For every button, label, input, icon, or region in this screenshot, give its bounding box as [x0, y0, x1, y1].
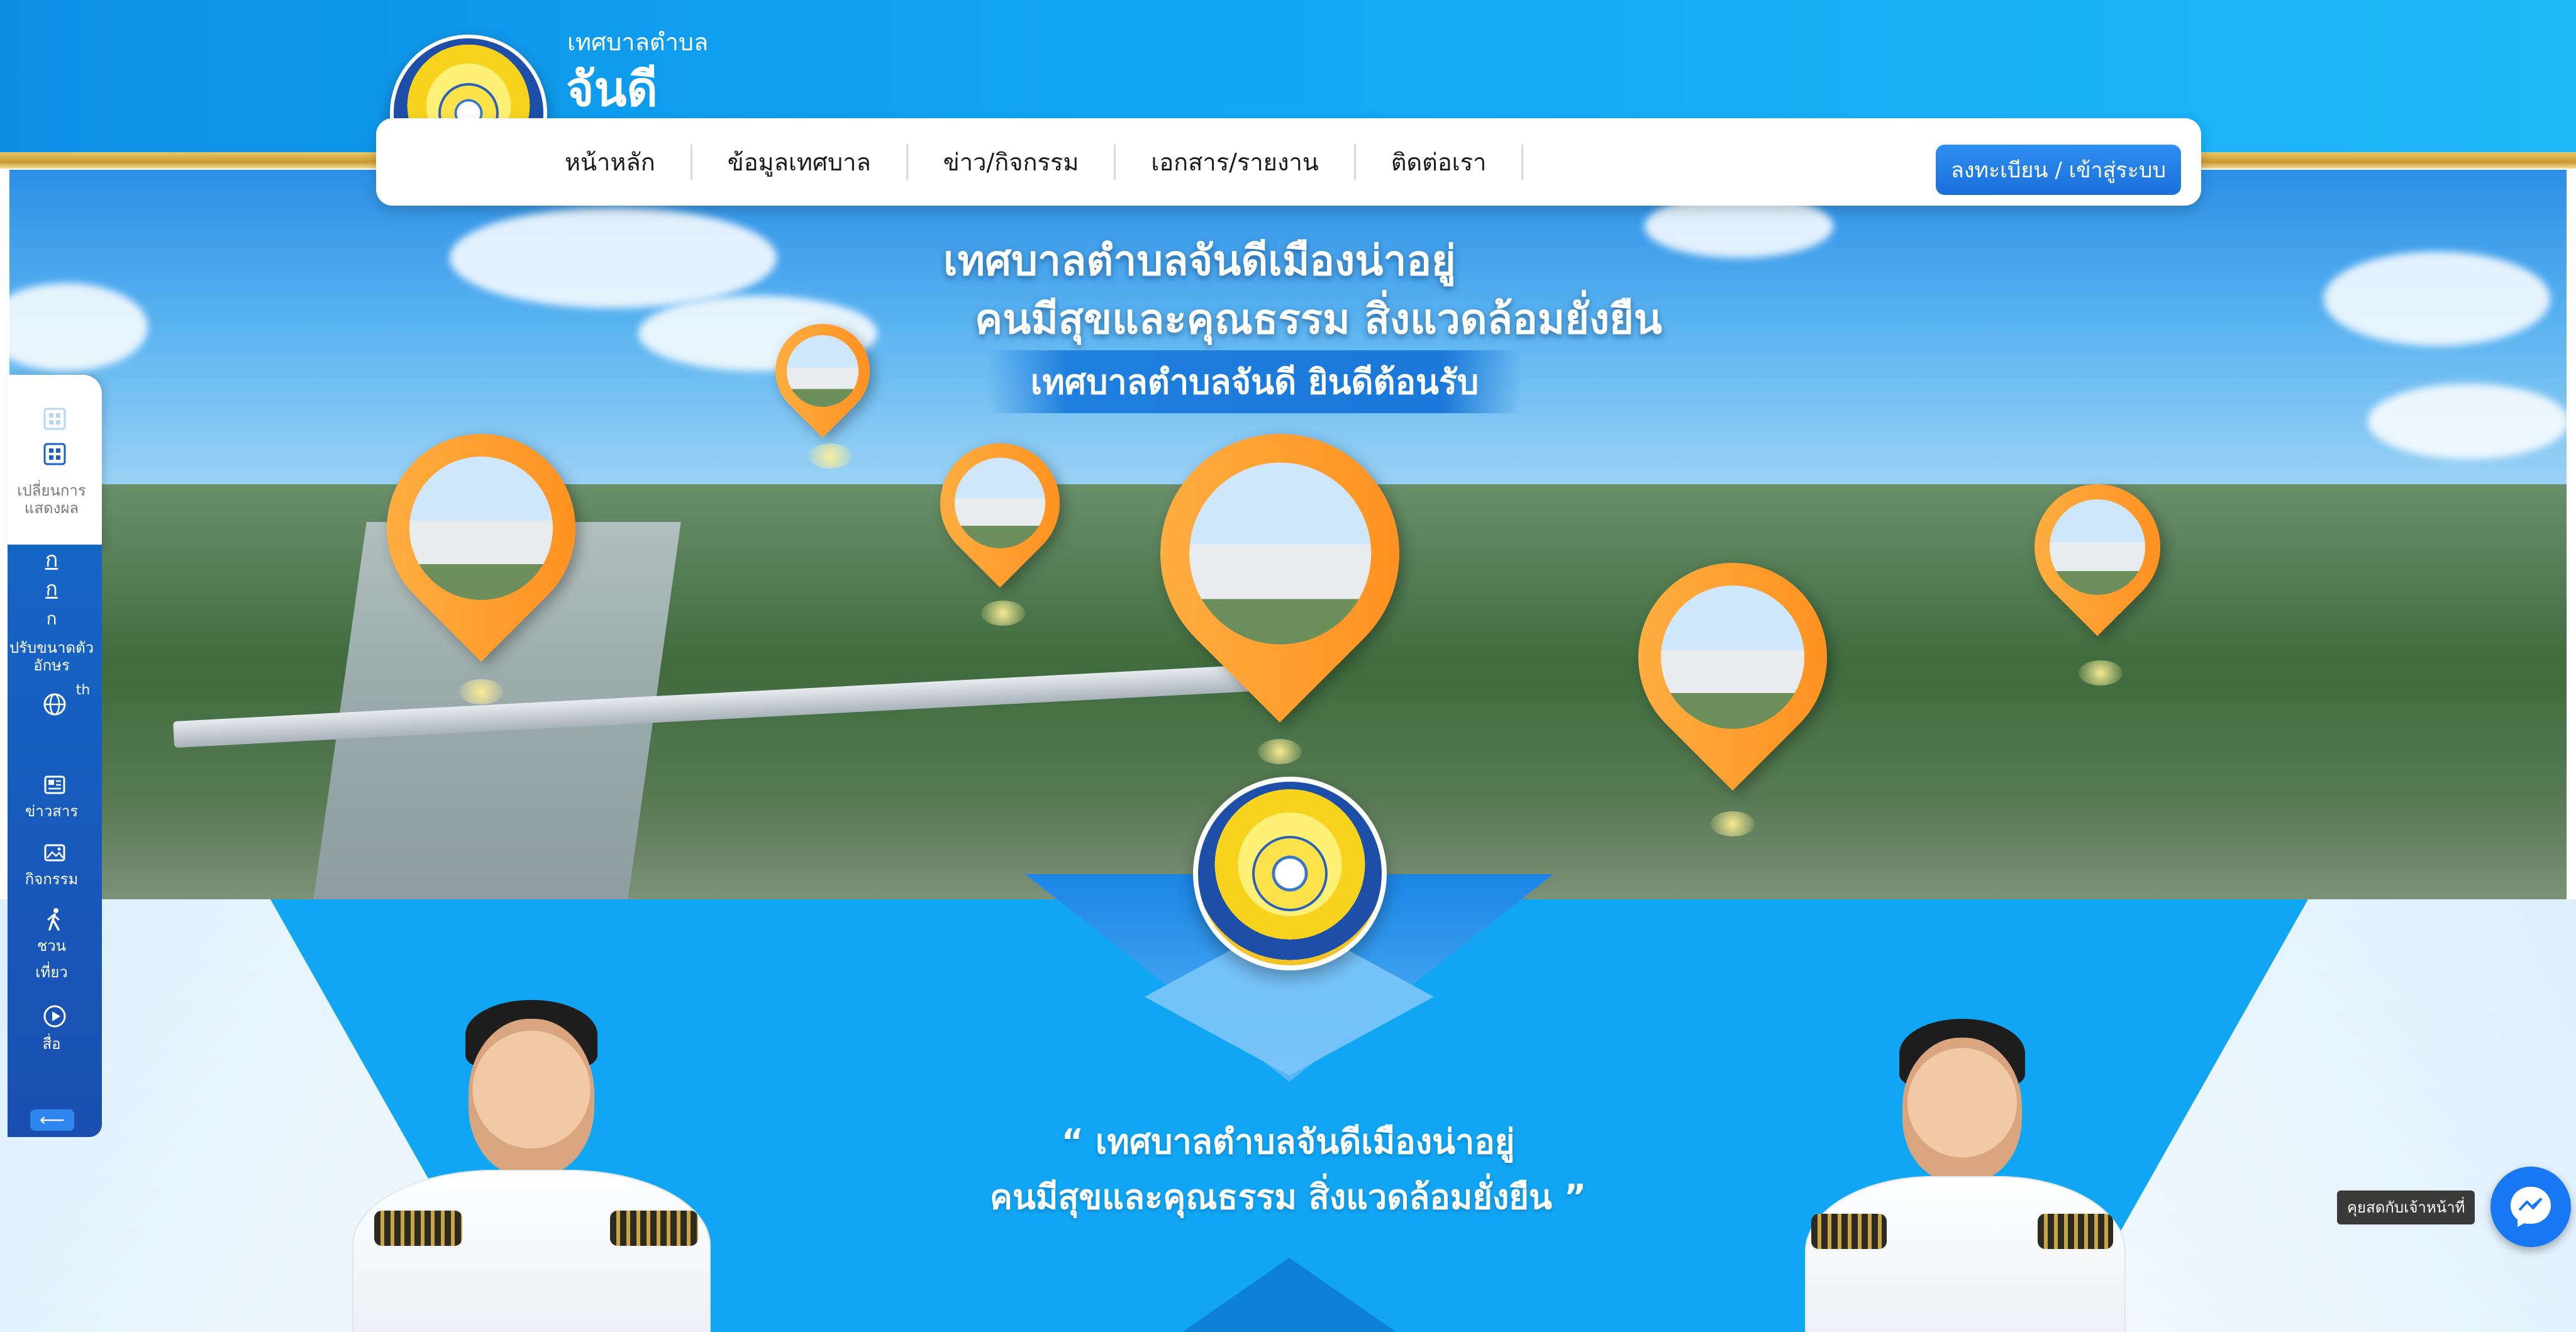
site-title[interactable]: จันดี — [566, 52, 658, 127]
grid-view-light-icon[interactable] — [42, 406, 67, 431]
news-label[interactable]: ข่าวสาร — [8, 802, 96, 820]
pin-glow — [981, 601, 1025, 626]
grid-view-dark-icon[interactable] — [42, 441, 67, 467]
cloud — [450, 208, 777, 308]
display-mode-label: เปลี่ยนการแสดงผล — [17, 482, 86, 517]
portrait-uniform — [352, 1170, 711, 1332]
messenger-chat-button[interactable] — [2490, 1167, 2571, 1247]
hero-welcome-banner: เทศบาลตำบลจันดี ยินดีต้อนรับ — [987, 350, 1522, 413]
center-municipal-logo — [1193, 777, 1387, 970]
nav-item-documents[interactable]: เอกสาร/รายงาน — [1116, 144, 1356, 180]
messenger-icon — [2511, 1187, 2551, 1227]
newspaper-icon[interactable] — [42, 772, 67, 797]
portrait-uniform — [1805, 1176, 2126, 1332]
pin-glow — [1711, 811, 1755, 836]
walking-person-icon[interactable] — [42, 907, 67, 932]
pin-glow — [1258, 739, 1302, 764]
pin-glow — [808, 443, 852, 469]
media-label[interactable]: สื่อ — [8, 1035, 96, 1053]
login-register-button[interactable]: ลงทะเบียน / เข้าสู่ระบบ — [1936, 145, 2181, 195]
portrait-face — [469, 1019, 594, 1176]
font-size-medium-button[interactable]: ก — [8, 579, 96, 599]
play-circle-icon[interactable] — [42, 1004, 67, 1029]
portrait-clerk — [1799, 1006, 2138, 1332]
accessibility-toolbar: เปลี่ยนการแสดงผล ก ก ก ปรับขนาดตัวอักษร … — [8, 375, 102, 1137]
epaulette — [374, 1211, 462, 1246]
font-size-label: ปรับขนาดตัวอักษร — [9, 639, 94, 674]
epaulette — [2038, 1214, 2113, 1249]
travel-label-2[interactable]: เที่ยว — [8, 963, 96, 981]
travel-label-1[interactable]: ชวน — [8, 937, 96, 955]
toolbar-blue-panel: ก ก ก ปรับขนาดตัวอักษร th ข่าวสาร กิจกรร… — [8, 545, 102, 1137]
epaulette — [1811, 1214, 1887, 1249]
cloud — [2368, 384, 2567, 459]
nav-menu: หน้าหลัก ข้อมูลเทศบาล ข่าว/กิจกรรม เอกสา… — [565, 118, 1524, 206]
activity-label[interactable]: กิจกรรม — [8, 870, 96, 888]
toolbar-top-panel: เปลี่ยนการแสดงผล — [8, 375, 102, 551]
font-size-large-button[interactable]: ก — [8, 549, 96, 570]
main-navigation: หน้าหลัก ข้อมูลเทศบาล ข่าว/กิจกรรม เอกสา… — [376, 118, 2201, 206]
epaulette — [610, 1211, 698, 1246]
portrait-face — [1902, 1038, 2022, 1182]
image-gallery-icon[interactable] — [42, 840, 67, 865]
nav-item-about[interactable]: ข้อมูลเทศบาล — [692, 144, 908, 180]
collapse-toolbar-button[interactable]: ⟵ — [30, 1109, 74, 1131]
pin-glow — [2079, 660, 2123, 685]
nav-item-contact[interactable]: ติดต่อเรา — [1356, 144, 1524, 180]
hero-headline-2: คนมีสุขและคุณธรรม สิ่งแวดล้อมยั่งยืน — [975, 295, 1662, 343]
portrait-mayor — [340, 981, 742, 1332]
nav-item-news[interactable]: ข่าว/กิจกรรม — [908, 144, 1116, 180]
cloud — [2324, 252, 2550, 346]
nav-item-home[interactable]: หน้าหลัก — [565, 144, 692, 180]
language-code[interactable]: th — [39, 682, 127, 699]
live-chat-label[interactable]: คุยสดกับเจ้าหน้าที่ — [2337, 1190, 2475, 1224]
pin-glow — [459, 679, 503, 704]
emblem-icon — [1252, 836, 1328, 911]
font-size-small-button[interactable]: ก — [8, 610, 96, 628]
hero-headline-1: เทศบาลตำบลจันดีเมืองน่าอยู่ — [943, 236, 1456, 285]
